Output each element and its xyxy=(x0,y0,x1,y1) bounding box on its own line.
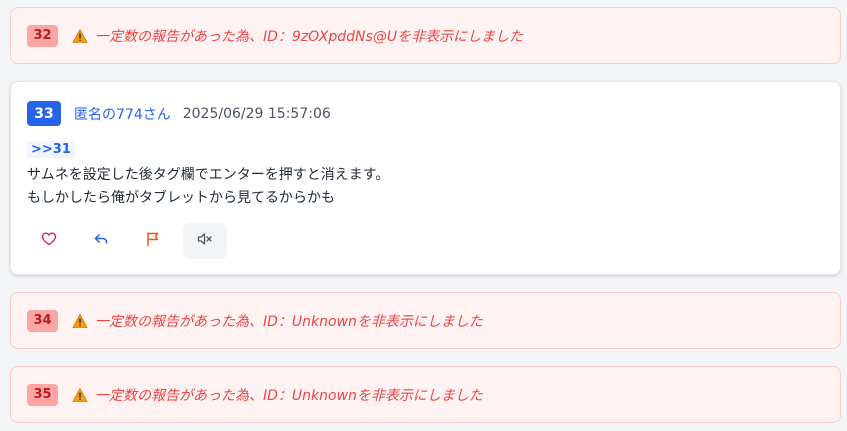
post-body-line: サムネを設定した後タグ欄でエンターを押すと消えます。 xyxy=(27,167,390,183)
hidden-post: 32 一定数の報告があった為、ID：9zOXpddNs@Uを非表示にしました xyxy=(10,7,841,64)
hidden-post: 34 一定数の報告があった為、ID：Unknownを非表示にしました xyxy=(10,292,841,349)
reply-anchor-link[interactable]: >>31 xyxy=(27,141,75,158)
post-number-badge[interactable]: 34 xyxy=(27,309,58,332)
post-number-badge[interactable]: 35 xyxy=(27,383,58,406)
warning-icon xyxy=(72,28,88,44)
post-body-line: もしかしたら俺がタブレットから見てるからかも xyxy=(27,190,335,206)
post-card: 33 匿名の774さん 2025/06/29 15:57:06 >>31 サムネ… xyxy=(10,81,841,275)
warning-icon xyxy=(72,387,88,403)
like-button[interactable] xyxy=(27,223,71,259)
hidden-message: 一定数の報告があった為、ID：Unknownを非表示にしました xyxy=(95,313,483,330)
post-date: 2025/06/29 15:57:06 xyxy=(182,105,331,122)
flag-icon xyxy=(145,231,161,251)
thread-view: 32 一定数の報告があった為、ID：9zOXpddNs@Uを非表示にしました 3… xyxy=(0,0,847,431)
post-actions xyxy=(27,223,235,259)
heart-icon xyxy=(41,231,57,251)
reply-icon xyxy=(93,231,109,251)
mute-button[interactable] xyxy=(183,223,227,259)
post-body: サムネを設定した後タグ欄でエンターを押すと消えます。 もしかしたら俺がタブレット… xyxy=(27,164,389,210)
post-header: 33 匿名の774さん 2025/06/29 15:57:06 xyxy=(27,101,331,126)
reply-button[interactable] xyxy=(79,223,123,259)
report-button[interactable] xyxy=(131,223,175,259)
post-number-badge[interactable]: 32 xyxy=(27,24,58,47)
warning-icon xyxy=(72,313,88,329)
post-author[interactable]: 匿名の774さん xyxy=(74,104,171,124)
hidden-message: 一定数の報告があった為、ID：Unknownを非表示にしました xyxy=(95,387,483,404)
post-number-badge[interactable]: 33 xyxy=(27,101,61,126)
hidden-message: 一定数の報告があった為、ID：9zOXpddNs@Uを非表示にしました xyxy=(95,28,524,45)
hidden-post: 35 一定数の報告があった為、ID：Unknownを非表示にしました xyxy=(10,366,841,423)
mute-icon xyxy=(197,231,213,251)
